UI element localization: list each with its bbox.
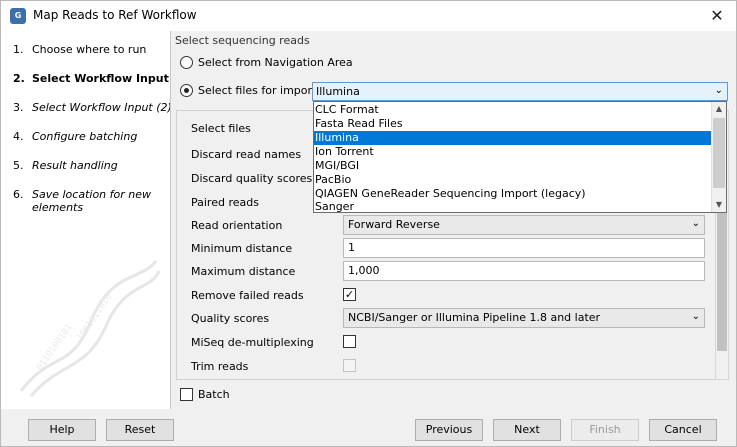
read-orientation-label: Read orientation [191, 219, 283, 232]
step-label: Configure batching [32, 130, 138, 143]
minimum-distance-label: Minimum distance [191, 242, 293, 255]
dna-watermark-icon: 0110100101 1001011010 [19, 260, 161, 397]
radio-select-files[interactable]: Select files for import: [180, 84, 320, 97]
step-number: 4. [13, 130, 24, 143]
select-value: NCBI/Sanger or Illumina Pipeline 1.8 and… [348, 311, 601, 324]
combo-value: Illumina [316, 85, 360, 98]
radio-label: Select files for import: [198, 84, 321, 97]
step-number: 2. [13, 72, 25, 85]
step-number: 1. [13, 43, 24, 56]
dropdown-option[interactable]: QIAGEN GeneReader Sequencing Import (leg… [314, 187, 712, 201]
maximum-distance-input[interactable]: 1,000 [343, 261, 705, 281]
step-5: 5. Result handling [13, 159, 118, 172]
miseq-demultiplexing-label: MiSeq de-multiplexing [191, 336, 314, 349]
scrollbar-thumb[interactable] [713, 118, 725, 188]
trim-reads-label: Trim reads [191, 360, 249, 373]
radio-navigation-area[interactable]: Select from Navigation Area [180, 56, 353, 69]
step-label-continued: elements [32, 201, 84, 214]
window-title: Map Reads to Ref Workflow [33, 8, 197, 22]
remove-failed-reads-checkbox[interactable]: ✓ [343, 288, 356, 301]
minimum-distance-input[interactable]: 1 [343, 238, 705, 258]
next-button[interactable]: Next [493, 419, 561, 441]
scroll-down-icon[interactable]: ▼ [712, 198, 726, 212]
step-1: 1. Choose where to run [13, 43, 146, 56]
batch-option[interactable]: Batch [180, 388, 230, 401]
dropdown-option-selected[interactable]: Illumina [314, 131, 712, 145]
discard-read-names-label: Discard read names [191, 148, 302, 161]
step-label: Select Workflow Input (2) [32, 101, 171, 114]
select-value: Forward Reverse [348, 218, 440, 231]
dropdown-option[interactable]: Fasta Read Files [314, 117, 712, 131]
step-3: 3. Select Workflow Input (2) [13, 101, 171, 114]
read-orientation-select[interactable]: Forward Reverse ⌄ [343, 215, 705, 235]
dropdown-option[interactable]: Ion Torrent [314, 145, 712, 159]
step-label: Result handling [32, 159, 118, 172]
miseq-demultiplexing-checkbox[interactable] [343, 335, 356, 348]
remove-failed-reads-label: Remove failed reads [191, 289, 304, 302]
scroll-up-icon[interactable]: ▲ [712, 102, 726, 116]
quality-scores-select[interactable]: NCBI/Sanger or Illumina Pipeline 1.8 and… [343, 308, 705, 328]
discard-quality-scores-label: Discard quality scores [191, 172, 313, 185]
dropdown-option[interactable]: CLC Format [314, 103, 712, 117]
section-title: Select sequencing reads [175, 34, 310, 47]
dropdown-scrollbar[interactable]: ▲ ▼ [711, 102, 726, 212]
dropdown-option[interactable]: MGI/BGI [314, 159, 712, 173]
scrollbar-thumb[interactable] [717, 211, 727, 351]
cancel-button[interactable]: Cancel [649, 419, 717, 441]
close-icon[interactable]: ✕ [706, 5, 728, 27]
paired-reads-label: Paired reads [191, 196, 259, 209]
dropdown-option[interactable]: Sanger [314, 201, 712, 212]
chevron-down-icon[interactable]: ⌄ [715, 85, 723, 96]
app-icon: G [10, 8, 26, 24]
wizard-steps-sidebar: 1. Choose where to run 2. Select Workflow … [1, 31, 171, 409]
radio-button[interactable] [180, 84, 193, 97]
step-label: Save location for new [32, 188, 151, 201]
chevron-down-icon[interactable]: ⌄ [692, 218, 700, 229]
help-button[interactable]: Help [28, 419, 96, 441]
radio-button[interactable] [180, 56, 193, 69]
step-number: 6. [13, 188, 24, 201]
quality-scores-label: Quality scores [191, 312, 270, 325]
dialog-footer: Help Reset Previous Next Finish Cancel [1, 409, 736, 446]
dropdown-option[interactable]: PacBio [314, 173, 712, 187]
trim-reads-checkbox[interactable] [343, 359, 356, 372]
step-label: Select Workflow Input [32, 72, 169, 85]
step-2: 2. Select Workflow Input [13, 72, 169, 85]
step-number: 5. [13, 159, 24, 172]
radio-label: Select from Navigation Area [198, 56, 353, 69]
batch-checkbox[interactable] [180, 388, 193, 401]
import-format-dropdown-list[interactable]: CLC Format Fasta Read Files Illumina Ion… [313, 101, 727, 213]
chevron-down-icon[interactable]: ⌄ [692, 311, 700, 322]
batch-label: Batch [198, 388, 230, 401]
step-number: 3. [13, 101, 24, 114]
title-bar: G Map Reads to Ref Workflow ✕ [1, 1, 736, 31]
import-format-combo[interactable]: Illumina ⌄ [312, 82, 728, 101]
reset-button[interactable]: Reset [106, 419, 174, 441]
main-content: Select sequencing reads Select from Navi… [172, 31, 736, 409]
dialog-window: G Map Reads to Ref Workflow ✕ 1. Choose w… [0, 0, 737, 447]
select-files-label: Select files [191, 122, 251, 135]
finish-button[interactable]: Finish [571, 419, 639, 441]
step-6: 6. Save location for new elements [13, 188, 151, 214]
previous-button[interactable]: Previous [415, 419, 483, 441]
step-label: Choose where to run [32, 43, 147, 56]
step-4: 4. Configure batching [13, 130, 137, 143]
maximum-distance-label: Maximum distance [191, 265, 296, 278]
